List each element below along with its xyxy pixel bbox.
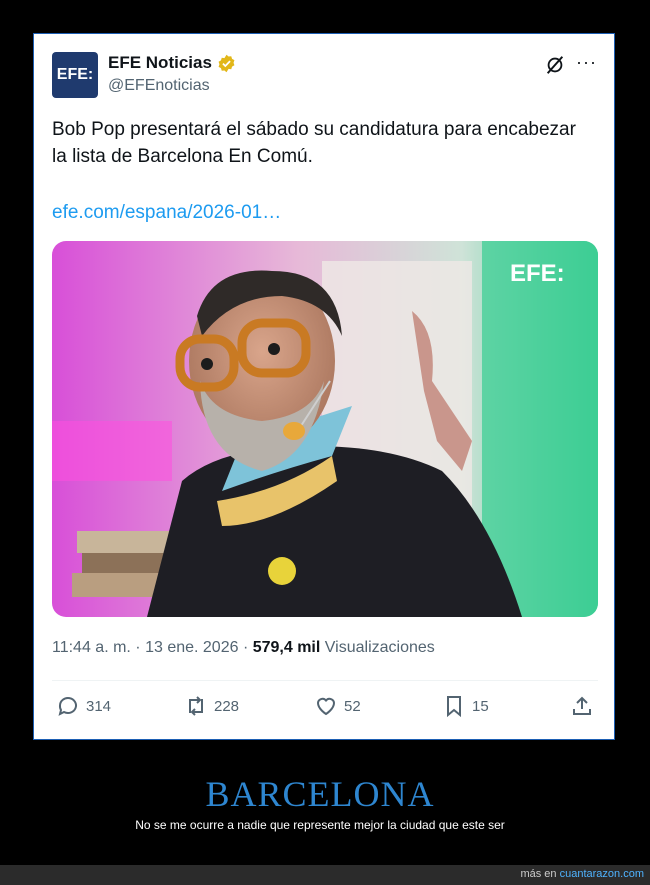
share-icon: [573, 696, 591, 715]
footer-prefix: más en: [520, 868, 560, 880]
avatar[interactable]: EFE:: [52, 52, 98, 98]
views-label: Visualizaciones: [320, 639, 435, 656]
views-count: 579,4 mil: [252, 639, 321, 656]
reply-count: 314: [86, 697, 112, 715]
like-count: 52: [344, 697, 361, 715]
photo-watermark: EFE:: [510, 260, 565, 287]
tweet-timestamp[interactable]: 11:44 a. m. · 13 ene. 2026 ·: [52, 639, 253, 656]
tweet-card: EFE: EFE Noticias @EFEnoticias ··· Bob P…: [33, 33, 615, 740]
caption-subtitle: No se me ocurre a nadie que represente m…: [135, 818, 505, 832]
tweet-link[interactable]: efe.com/espana/2026-01…: [52, 202, 281, 224]
like-button[interactable]: 52: [314, 694, 361, 718]
tweet-photo[interactable]: EFE:: [52, 241, 598, 617]
handle[interactable]: @EFEnoticias: [108, 77, 210, 95]
tweet-metadata: 11:44 a. m. · 13 ene. 2026 · 579,4 mil V…: [52, 639, 435, 657]
verified-badge-icon: [218, 54, 235, 72]
caption-title: BARCELONA: [205, 774, 435, 814]
more-options-icon[interactable]: ···: [576, 52, 597, 73]
display-name[interactable]: EFE Noticias: [108, 53, 212, 73]
divider: [52, 680, 598, 681]
repost-icon: [189, 696, 203, 716]
bookmark-button[interactable]: 15: [442, 694, 489, 718]
share-button[interactable]: [570, 694, 594, 718]
tweet-text: Bob Pop presentará el sábado su candidat…: [52, 119, 576, 167]
reply-button[interactable]: 314: [56, 694, 111, 718]
footer-text[interactable]: más en cuantarazon.com: [520, 868, 644, 880]
display-name-row[interactable]: EFE Noticias: [108, 53, 236, 73]
action-bar: 314 228 52 15: [52, 694, 598, 722]
repost-button[interactable]: 228: [184, 694, 239, 718]
repost-count: 228: [214, 697, 240, 715]
grok-icon[interactable]: [544, 54, 566, 76]
bookmark-icon: [447, 696, 461, 718]
heart-icon: [316, 697, 336, 716]
footer-site-link[interactable]: cuantarazon.com: [560, 868, 644, 880]
bookmark-count: 15: [472, 697, 489, 715]
footer-bar: más en cuantarazon.com: [0, 865, 650, 885]
reply-icon: [58, 697, 77, 716]
